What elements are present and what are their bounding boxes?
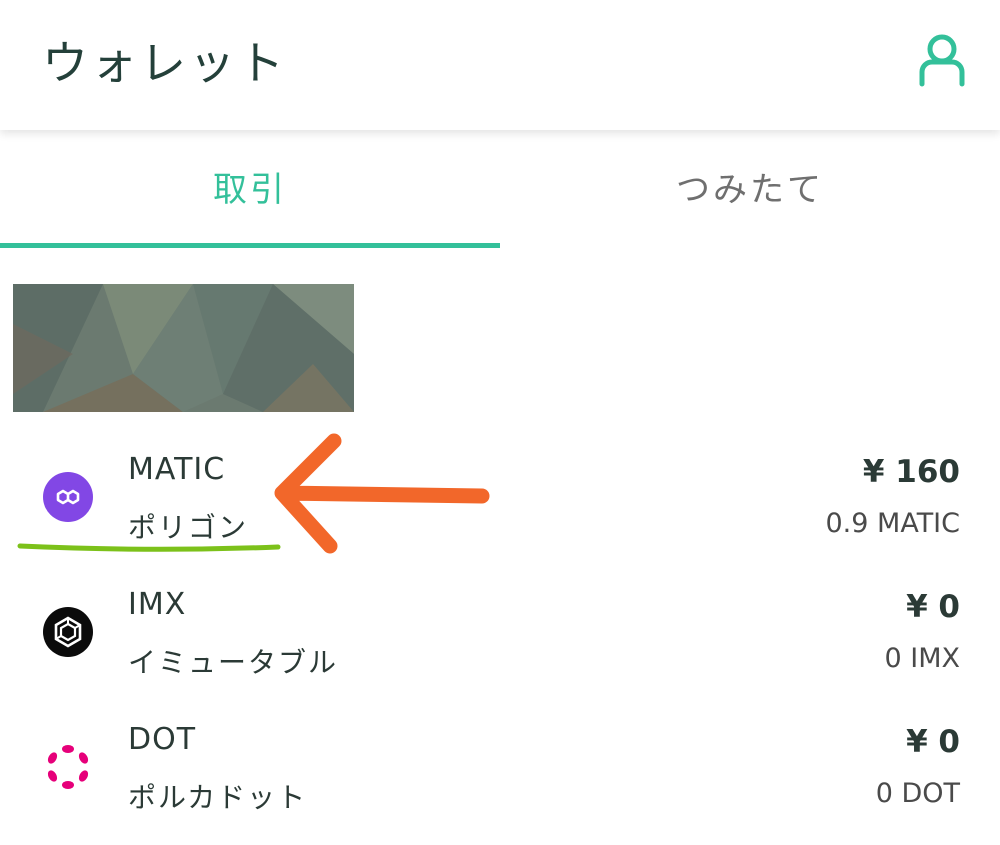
person-icon — [919, 34, 965, 87]
page-title: ウォレット — [42, 36, 287, 90]
asset-symbol: IMX — [128, 587, 187, 622]
app-header: ウォレット — [0, 0, 1000, 130]
asset-amount: 0 DOT — [875, 778, 960, 809]
immutable-icon — [43, 607, 93, 657]
banner-image — [13, 284, 354, 412]
asset-symbol: MATIC — [128, 452, 226, 487]
asset-name: ポルカドット — [128, 781, 308, 814]
tab-tsumitate[interactable]: つみたて — [500, 130, 1000, 248]
asset-yen-value: ¥ 160 — [862, 454, 960, 490]
asset-row-imx[interactable]: IMX イミュータブル ¥ 0 0 IMX — [0, 575, 1000, 695]
asset-yen-value: ¥ 0 — [906, 589, 960, 625]
polkadot-icon — [43, 742, 93, 792]
tab-trade[interactable]: 取引 — [0, 130, 500, 248]
promo-banner[interactable] — [13, 284, 354, 412]
asset-name: イミュータブル — [128, 646, 339, 679]
active-tab-indicator — [0, 243, 500, 248]
profile-button[interactable] — [912, 32, 972, 96]
asset-amount: 0 IMX — [884, 643, 960, 674]
asset-yen-value: ¥ 0 — [906, 724, 960, 760]
asset-name: ポリゴン — [128, 511, 249, 544]
tab-bar: 取引 つみたて — [0, 130, 1000, 248]
asset-symbol: DOT — [128, 722, 197, 757]
polygon-icon — [43, 472, 93, 522]
asset-row-matic[interactable]: MATIC ポリゴン ¥ 160 0.9 MATIC — [0, 440, 1000, 560]
asset-row-dot[interactable]: DOT ポルカドット ¥ 0 0 DOT — [0, 710, 1000, 830]
asset-amount: 0.9 MATIC — [825, 508, 961, 539]
